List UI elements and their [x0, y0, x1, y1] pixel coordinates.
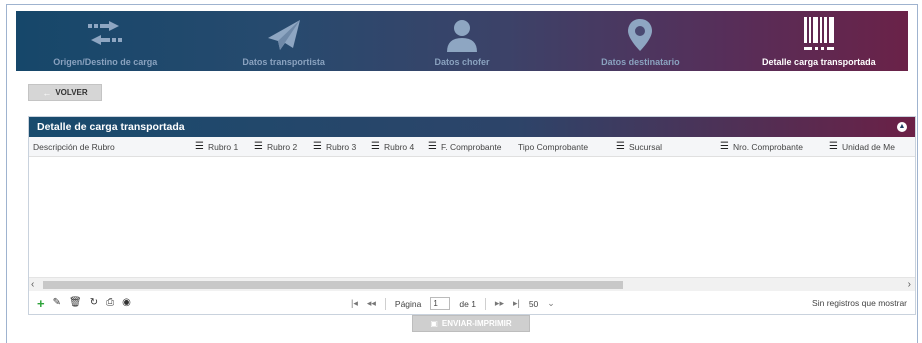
column-label: Rubro 4	[384, 141, 415, 152]
column-label: Rubro 1	[208, 141, 239, 152]
step-origen-destino[interactable]: Origen/Destino de carga	[16, 11, 194, 71]
column-label: Sucursal	[629, 141, 663, 152]
scroll-left-icon[interactable]: ‹	[31, 279, 34, 290]
column-label: Tipo Comprobante	[518, 141, 589, 152]
arrow-left-icon: ←	[42, 87, 52, 98]
column-descripcion-rubro[interactable]: Descripción de Rubro	[29, 142, 195, 152]
step-label: Detalle carga transportada	[762, 57, 876, 67]
step-label: Datos transportista	[242, 57, 325, 67]
enviar-imprimir-label: ENVIAR-IMPRIMIR	[441, 319, 512, 328]
step-datos-chofer[interactable]: Datos chofer	[373, 11, 551, 71]
column-menu-icon[interactable]: ☰	[254, 141, 263, 151]
column-label: Rubro 3	[326, 141, 357, 152]
step-datos-transportista[interactable]: Datos transportista	[194, 11, 372, 71]
column-menu-icon[interactable]: ☰	[195, 141, 204, 151]
column-tipo-comprobante[interactable]: Tipo Comprobante	[518, 142, 616, 152]
eye-icon[interactable]: ◉	[122, 298, 131, 308]
column-nro-comprobante[interactable]: ☰ Nro. Comprobante	[720, 141, 829, 152]
column-menu-icon[interactable]: ☰	[829, 141, 838, 151]
column-label: Unidad de Me	[842, 141, 895, 152]
column-unidad-medida[interactable]: ☰ Unidad de Me	[829, 141, 909, 152]
enviar-imprimir-button[interactable]: ▣ ENVIAR-IMPRIMIR	[412, 315, 530, 332]
map-marker-icon	[610, 11, 670, 53]
panel-header: Detalle de carga transportada ▲	[29, 117, 915, 137]
step-label: Datos destinatario	[601, 57, 680, 67]
wizard-steps: Origen/Destino de carga Datos transporti…	[16, 11, 908, 71]
column-label: F. Comprobante	[441, 141, 502, 152]
step-detalle-carga[interactable]: Detalle carga transportada	[730, 11, 908, 71]
page-total-label: de 1	[459, 298, 476, 309]
column-rubro-4[interactable]: ☰ Rubro 4	[371, 141, 428, 152]
page-label: Página	[394, 298, 422, 309]
column-menu-icon[interactable]: ☰	[616, 141, 625, 151]
pager-separator	[484, 297, 486, 310]
column-label: Rubro 2	[267, 141, 298, 152]
column-label: Descripción de Rubro	[33, 141, 115, 152]
next-page-icon[interactable]: ▸▸	[495, 298, 504, 309]
column-rubro-2[interactable]: ☰ Rubro 2	[254, 141, 313, 152]
column-label: Nro. Comprobante	[733, 141, 803, 152]
page-number-input[interactable]: 1	[430, 297, 451, 310]
column-menu-icon[interactable]: ☰	[313, 141, 322, 151]
chevron-circle-icon[interactable]: ▲	[897, 122, 907, 132]
horizontal-scrollbar[interactable]: ‹ ›	[29, 277, 915, 291]
column-menu-icon[interactable]: ☰	[428, 141, 437, 151]
column-sucursal[interactable]: ☰ Sucursal	[616, 141, 720, 152]
edit-icon[interactable]: ✎	[53, 298, 61, 308]
step-label: Datos chofer	[434, 57, 490, 67]
column-rubro-3[interactable]: ☰ Rubro 3	[313, 141, 371, 152]
grid-body	[29, 157, 915, 277]
scrollbar-thumb[interactable]	[43, 281, 623, 289]
page-size-select[interactable]: 50	[529, 299, 538, 309]
plus-icon[interactable]: +	[37, 297, 45, 310]
panel-title: Detalle de carga transportada	[37, 121, 185, 133]
step-label: Origen/Destino de carga	[53, 57, 158, 67]
save-icon: ▣	[430, 319, 438, 328]
column-f-comprobante[interactable]: ☰ F. Comprobante	[428, 141, 518, 152]
column-menu-icon[interactable]: ☰	[720, 141, 729, 151]
column-menu-icon[interactable]: ☰	[371, 141, 380, 151]
previous-page-icon[interactable]: ◂◂	[367, 298, 376, 309]
user-icon	[432, 11, 492, 53]
arrows-exchange-icon	[75, 11, 135, 53]
pager-empty-message: Sin registros que mostrar	[812, 298, 907, 308]
volver-label: VOLVER	[55, 88, 88, 97]
print-icon[interactable]: ⎙	[106, 298, 114, 308]
grid-column-header: Descripción de Rubro ☰ Rubro 1 ☰ Rubro 2…	[29, 137, 915, 157]
chevron-down-icon[interactable]: ⌄	[547, 298, 555, 309]
pager-controls: |◂ ◂◂ Página 1 de 1 ▸▸ ▸| 50 ⌄	[351, 297, 555, 310]
detalle-carga-panel: Detalle de carga transportada ▲ Descripc…	[28, 116, 916, 315]
column-rubro-1[interactable]: ☰ Rubro 1	[195, 141, 254, 152]
step-datos-destinatario[interactable]: Datos destinatario	[551, 11, 729, 71]
trash-icon[interactable]: 🗑	[69, 298, 82, 308]
paper-plane-icon	[254, 11, 314, 53]
volver-button[interactable]: ← VOLVER	[28, 84, 102, 101]
grid-pager: + ✎ 🗑 ↻ ⎙ ◉ |◂ ◂◂ Página 1 de 1 ▸▸ ▸| 50…	[29, 291, 915, 315]
barcode-icon	[789, 11, 849, 53]
first-page-icon[interactable]: |◂	[351, 298, 358, 309]
scroll-right-icon[interactable]: ›	[908, 279, 911, 290]
pager-separator	[384, 297, 386, 310]
refresh-icon[interactable]: ↻	[90, 298, 98, 308]
last-page-icon[interactable]: ▸|	[513, 298, 520, 309]
grid-toolbar: + ✎ 🗑 ↻ ⎙ ◉	[37, 297, 131, 310]
